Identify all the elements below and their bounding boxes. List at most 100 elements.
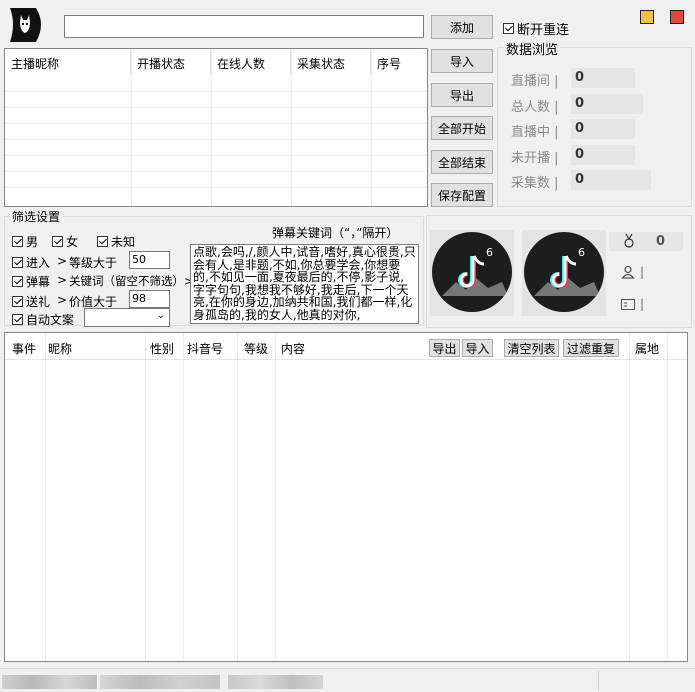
id-card-icon — [621, 298, 635, 314]
gift-checkbox[interactable]: 送礼 — [12, 293, 50, 310]
streamer-table[interactable]: 主播昵称 开播状态 在线人数 采集状态 序号 — [4, 48, 428, 207]
col-collect-status[interactable]: 采集状态 — [291, 49, 371, 75]
clear-list-label: 清空列表 — [507, 341, 556, 356]
danmu-check-icon[interactable] — [12, 276, 23, 287]
events-import-label: 导入 — [465, 341, 490, 356]
stop-all-button[interactable]: 全部结束 — [431, 150, 493, 174]
filter-title: 筛选设置 — [10, 208, 63, 225]
chevron-down-icon[interactable]: ⌄ — [157, 310, 165, 321]
gift-arrow-icon: > — [57, 293, 68, 307]
value-value: 98 — [132, 292, 146, 305]
danmu-checkbox[interactable]: 弹幕 — [12, 273, 50, 290]
enter-check-icon[interactable] — [12, 257, 23, 268]
avatar-left: 6 — [432, 232, 512, 312]
col-content[interactable]: 内容 — [281, 340, 305, 357]
stat-label-collected: 采集数 | — [511, 176, 559, 191]
gender-female-checkbox[interactable]: 女 — [52, 233, 78, 250]
stat-label-total: 总人数 | — [511, 100, 559, 115]
value-input[interactable]: 98 — [129, 290, 170, 308]
events-export-label: 导出 — [432, 341, 457, 356]
dedupe-button[interactable]: 过滤重复 — [563, 339, 619, 357]
user-sep: | — [640, 265, 645, 279]
status-sep — [598, 671, 599, 691]
female-check-icon[interactable] — [52, 236, 63, 247]
enter-label: 进入 — [26, 256, 51, 270]
minimize-button[interactable] — [640, 10, 654, 24]
import-button[interactable]: 导入 — [431, 49, 493, 73]
col-online-count[interactable]: 在线人数 — [211, 49, 291, 75]
medal-row — [609, 232, 683, 251]
close-button[interactable] — [670, 10, 684, 24]
col-location[interactable]: 属地 — [635, 340, 659, 357]
unknown-check-icon[interactable] — [97, 236, 108, 247]
male-label: 男 — [26, 235, 39, 249]
add-button-label: 添加 — [449, 20, 474, 35]
add-button[interactable]: 添加 — [431, 15, 493, 39]
start-all-button[interactable]: 全部开始 — [431, 116, 493, 140]
col-streamer-name[interactable]: 主播昵称 — [5, 49, 131, 75]
svg-text:6: 6 — [486, 246, 493, 259]
export-label: 导出 — [449, 88, 474, 103]
keywords-textarea[interactable]: 点歌,会吗,/,颜人中,试音,嗜好,真心很贵,只会有人,是非题,不如,你总要学会… — [190, 244, 419, 324]
col-douyin-id[interactable]: 抖音号 — [187, 340, 223, 357]
stat-value-offline: 0 — [571, 145, 635, 165]
danmu-arrow-icon: > — [57, 273, 68, 287]
streamer-url-input[interactable] — [64, 15, 424, 38]
danmu-label: 弹幕 — [26, 275, 51, 289]
stat-label-rooms: 直播间 | — [511, 74, 559, 89]
level-value: 50 — [132, 253, 146, 266]
stat-value-total: 0 — [571, 94, 643, 114]
clear-list-button[interactable]: 清空列表 — [504, 339, 559, 357]
female-label: 女 — [66, 235, 79, 249]
auto-text-check-icon[interactable] — [12, 314, 23, 325]
app-logo — [6, 4, 48, 46]
stats-title: 数据浏览 — [504, 39, 561, 58]
gift-check-icon[interactable] — [12, 296, 23, 307]
events-table[interactable] — [4, 332, 688, 662]
male-check-icon[interactable] — [12, 236, 23, 247]
save-config-button[interactable]: 保存配置 — [431, 183, 493, 207]
level-label: 等级大于 — [69, 256, 118, 270]
douyin-logo-icon: 6 — [442, 246, 508, 296]
stat-label-offline: 未开播 | — [511, 151, 559, 166]
auto-text-checkbox[interactable]: 自动文案 — [12, 311, 74, 328]
status-blur-2 — [100, 675, 220, 689]
gift-label: 送礼 — [26, 295, 51, 309]
status-blur-3 — [228, 675, 323, 689]
col-gender[interactable]: 性别 — [150, 340, 174, 357]
stat-value-collected: 0 — [571, 170, 651, 190]
col-level[interactable]: 等级 — [244, 340, 268, 357]
user-icon — [621, 265, 635, 282]
keywords-text: 点歌,会吗,/,颜人中,试音,嗜好,真心很贵,只会有人,是非题,不如,你总要学会… — [193, 245, 416, 322]
reconnect-check-icon[interactable] — [503, 23, 514, 34]
unknown-label: 未知 — [111, 235, 136, 249]
keyword-label: 关键词（留空不筛选）> — [69, 274, 194, 288]
id-sep: | — [640, 297, 645, 311]
col-index[interactable]: 序号 — [371, 49, 427, 75]
medal-icon — [622, 233, 636, 252]
streamer-table-header: 主播昵称 开播状态 在线人数 采集状态 序号 — [5, 49, 427, 75]
events-export-button[interactable]: 导出 — [429, 339, 460, 357]
stat-label-live: 直播中 | — [511, 125, 559, 140]
import-label: 导入 — [449, 54, 474, 69]
reconnect-checkbox[interactable]: 断开重连 — [503, 19, 569, 38]
stat-value-live: 0 — [571, 119, 635, 139]
svg-text:6: 6 — [578, 246, 585, 259]
reconnect-label: 断开重连 — [517, 23, 570, 38]
stat-value-rooms: 0 — [571, 68, 635, 88]
enter-checkbox[interactable]: 进入 — [12, 254, 50, 271]
col-live-status[interactable]: 开播状态 — [131, 49, 211, 75]
level-input[interactable]: 50 — [129, 251, 170, 269]
gender-unknown-checkbox[interactable]: 未知 — [97, 233, 135, 250]
rank-value: 0 — [656, 234, 666, 249]
auto-text-select[interactable]: ⌄ — [84, 308, 170, 327]
stop-all-label: 全部结束 — [437, 155, 486, 170]
export-button[interactable]: 导出 — [431, 83, 493, 107]
enter-arrow-icon: > — [57, 254, 68, 268]
save-config-label: 保存配置 — [437, 188, 486, 203]
status-bar — [0, 668, 695, 692]
col-event[interactable]: 事件 — [12, 340, 36, 357]
gender-male-checkbox[interactable]: 男 — [12, 233, 38, 250]
events-import-button[interactable]: 导入 — [462, 339, 493, 357]
col-nickname[interactable]: 昵称 — [48, 340, 72, 357]
